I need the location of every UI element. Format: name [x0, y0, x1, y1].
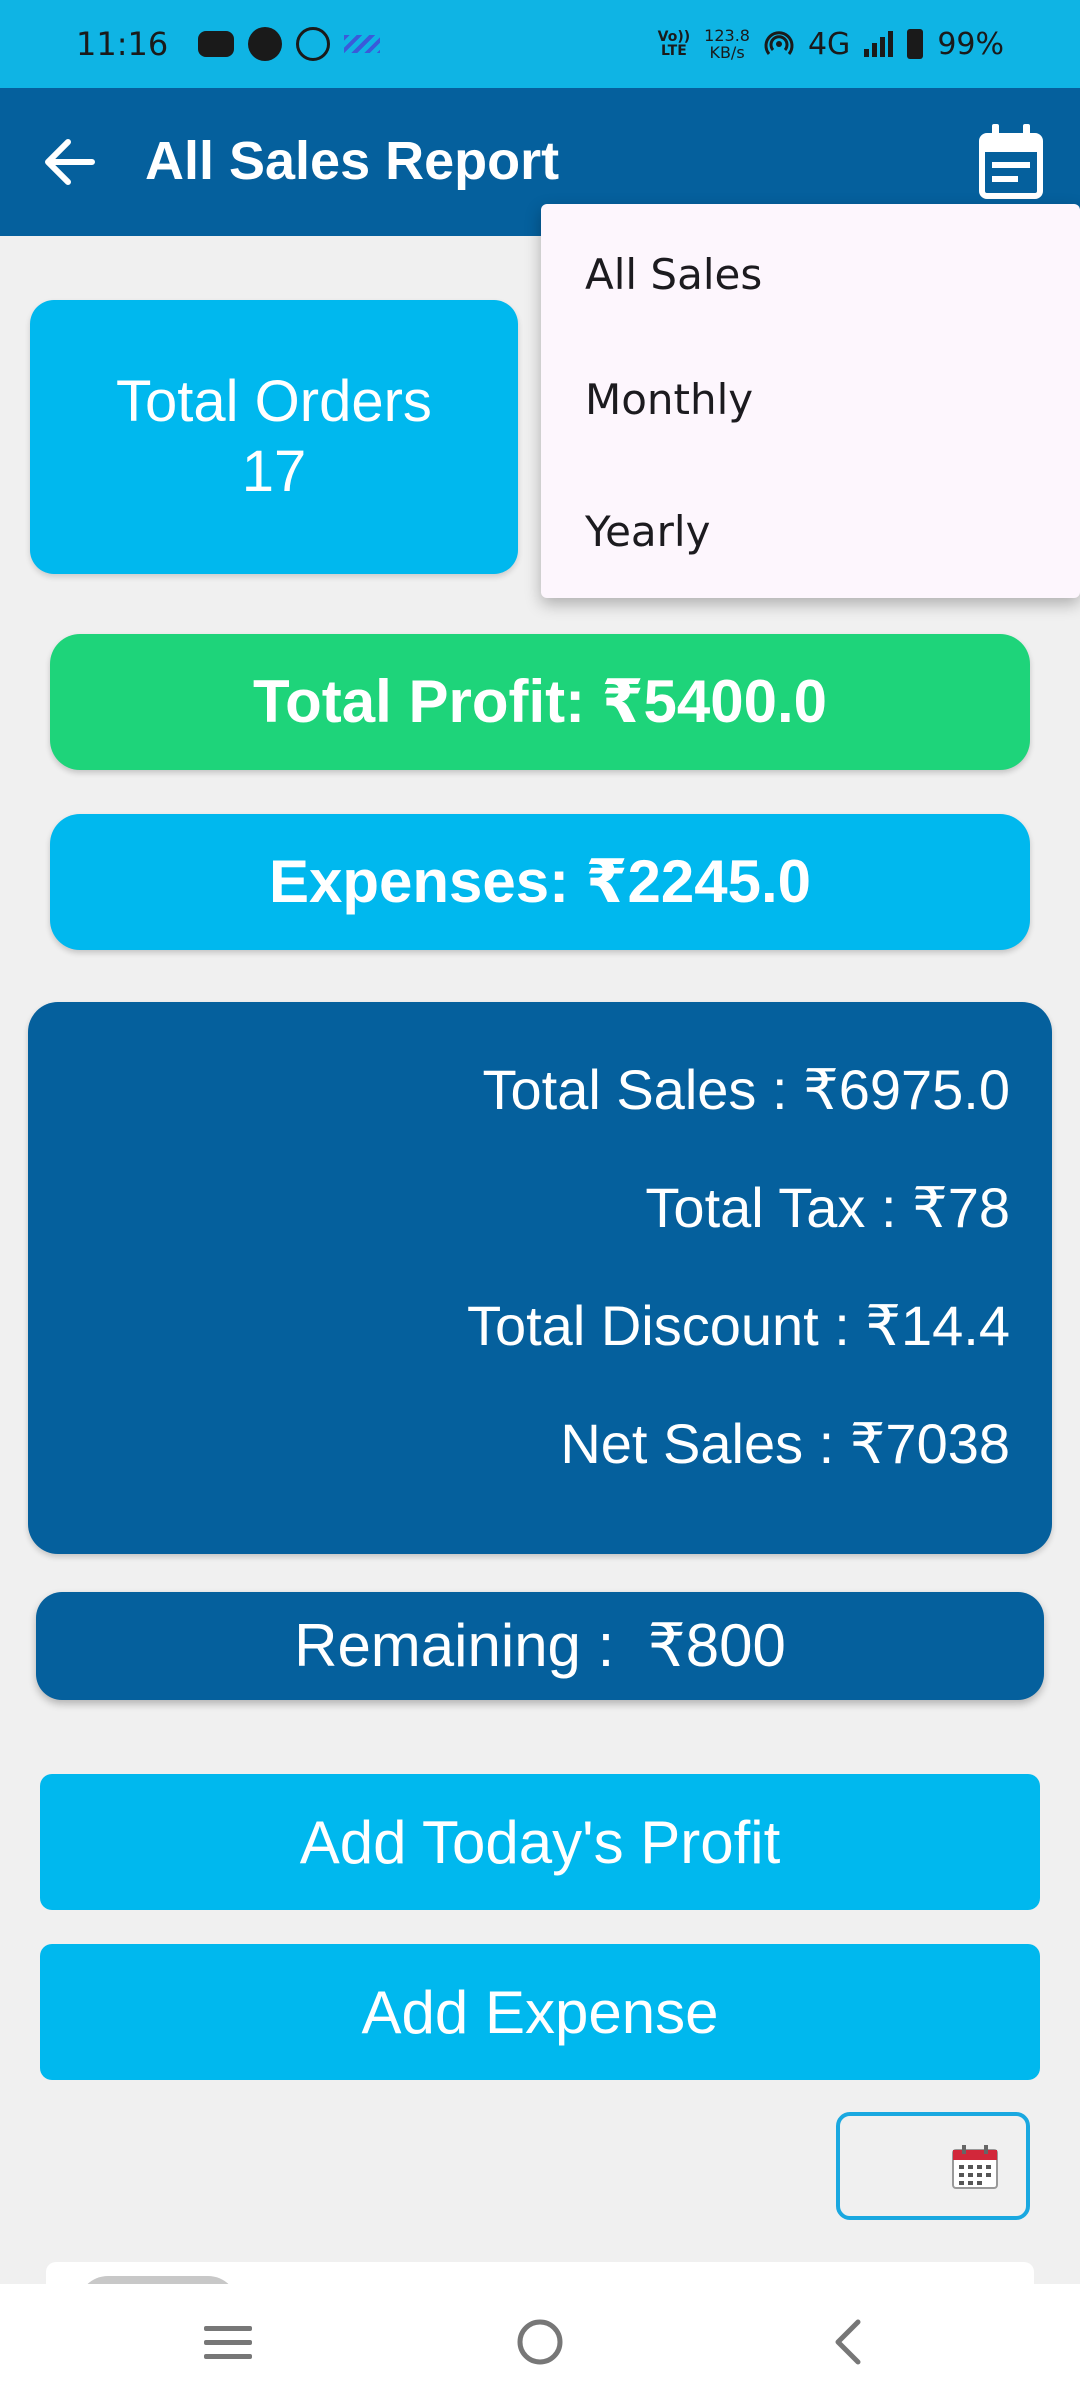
page-title: All Sales Report — [145, 131, 560, 191]
recent-apps-icon[interactable] — [198, 2312, 258, 2372]
menu-item-monthly[interactable]: Monthly — [541, 334, 1080, 466]
signal-icon — [864, 31, 894, 57]
hotspot-icon — [764, 31, 794, 55]
arrow-back-icon[interactable] — [40, 134, 100, 190]
add-expense-button[interactable]: Add Expense — [40, 1944, 1040, 2080]
menu-item-yearly[interactable]: Yearly — [541, 466, 1080, 598]
network-type: 4G — [807, 26, 851, 62]
date-picker-button[interactable] — [836, 2112, 1030, 2220]
nav-back-icon[interactable] — [820, 2312, 880, 2372]
battery-level: 99% — [937, 26, 1004, 62]
volte-indicator: Vo)) LTE — [657, 29, 691, 59]
network-speed: 123.8 KB/s — [704, 26, 750, 62]
remaining-text: Remaining : ₹800 — [294, 1612, 786, 1679]
add-todays-profit-button[interactable]: Add Today's Profit — [40, 1774, 1040, 1910]
total-profit-card: Total Profit: ₹5400.0 — [50, 634, 1030, 770]
status-time: 11:16 — [76, 25, 169, 63]
total-tax-text: Total Tax : ₹78 — [645, 1176, 1010, 1239]
total-orders-card: Total Orders 17 — [30, 300, 518, 574]
sales-summary-card: Total Sales : ₹6975.0 Total Tax : ₹78 To… — [28, 1002, 1052, 1554]
app-notification-icon — [248, 27, 283, 61]
total-sales-text: Total Sales : ₹6975.0 — [482, 1058, 1010, 1121]
total-discount-text: Total Discount : ₹14.4 — [466, 1294, 1010, 1357]
remaining-card: Remaining : ₹800 — [36, 1592, 1044, 1700]
calendar-icon[interactable] — [976, 122, 1046, 202]
status-right: Vo)) LTE 123.8 KB/s 4G 99% — [658, 0, 1004, 88]
report-type-dropdown: All Sales Monthly Yearly — [541, 204, 1080, 598]
notification-icons — [198, 27, 384, 61]
calendar-icon — [952, 2145, 998, 2189]
expenses-card: Expenses: ₹2245.0 — [50, 814, 1030, 950]
total-orders-label: Total Orders — [116, 369, 432, 434]
wave-icon — [344, 27, 384, 61]
net-sales-text: Net Sales : ₹7038 — [560, 1412, 1010, 1475]
status-bar: 11:16 Vo)) LTE 123.8 KB/s 4G 99% — [0, 0, 1080, 88]
system-nav-bar — [0, 2284, 1080, 2400]
total-orders-count: 17 — [241, 439, 307, 504]
home-icon[interactable] — [510, 2312, 570, 2372]
youtube-icon — [198, 31, 235, 57]
total-profit-text: Total Profit: ₹5400.0 — [252, 668, 828, 735]
battery-icon — [907, 29, 924, 59]
expenses-text: Expenses: ₹2245.0 — [268, 848, 812, 915]
shield-icon — [296, 27, 331, 61]
menu-item-all-sales[interactable]: All Sales — [541, 228, 1080, 334]
